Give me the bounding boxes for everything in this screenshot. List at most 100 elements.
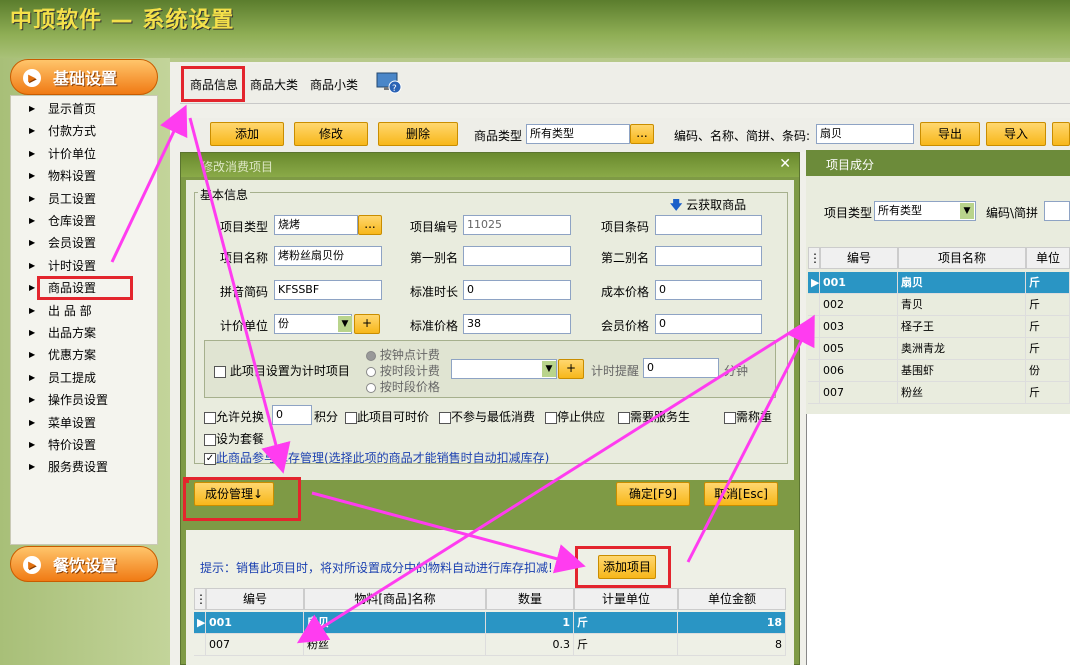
grid-cell[interactable]: 8 xyxy=(678,634,786,656)
import-button[interactable]: 导入 xyxy=(986,122,1046,146)
code-field[interactable]: 11025 xyxy=(463,215,571,235)
exchange-field[interactable]: 0 xyxy=(272,405,312,425)
radio-period-price[interactable]: 按时段价格 xyxy=(366,378,440,395)
sidebar-item[interactable]: ▶ 菜单设置 xyxy=(29,413,144,433)
radio-period[interactable]: 按时段计费 xyxy=(366,362,440,379)
catering-settings-button[interactable]: ▶ 餐饮设置 xyxy=(10,546,158,582)
sidebar-item[interactable]: ▶ 出 品 部 xyxy=(29,301,144,321)
sidebar-item[interactable]: ▶ 计时设置 xyxy=(29,256,144,276)
sidebar-item[interactable]: ▶ 出品方案 xyxy=(29,323,144,343)
grid-cell[interactable]: 扇贝 xyxy=(304,612,486,634)
period-add-button[interactable]: + xyxy=(558,359,584,379)
grid-cell[interactable]: 柽子王 xyxy=(898,316,1026,338)
sidebar-item[interactable]: ▶ 特价设置 xyxy=(29,435,144,455)
radio-clock[interactable]: 按钟点计费 xyxy=(366,346,440,363)
delete-button[interactable]: 删除 xyxy=(378,122,458,146)
tab-subcategory[interactable]: 商品小类 xyxy=(310,76,358,93)
grid-cell[interactable]: 基围虾 xyxy=(898,360,1026,382)
chevron-down-icon[interactable]: ▼ xyxy=(960,203,974,219)
grid-cell[interactable]: 粉丝 xyxy=(898,382,1026,404)
grid-cell[interactable]: 001 xyxy=(820,272,898,294)
grid-cell[interactable]: 斤 xyxy=(1026,382,1070,404)
grid-cell[interactable]: 奥洲青龙 xyxy=(898,338,1026,360)
grid-header[interactable]: 编号 xyxy=(820,247,898,269)
sidebar-item[interactable]: ▶ 付款方式 xyxy=(29,121,144,141)
right-search-input[interactable] xyxy=(1044,201,1070,221)
sidebar-item[interactable]: ▶ 计价单位 xyxy=(29,144,144,164)
grid-cell[interactable]: 斤 xyxy=(1026,294,1070,316)
type-field[interactable]: 烧烤 xyxy=(274,215,358,235)
ok-button[interactable]: 确定[F9] xyxy=(616,482,690,506)
basic-settings-button[interactable]: ▶ 基础设置 xyxy=(10,59,158,95)
grid-cell[interactable]: 007 xyxy=(820,382,898,404)
grid-cell[interactable]: 006 xyxy=(820,360,898,382)
monitor-help-icon[interactable]: ? xyxy=(376,72,402,94)
grid-header[interactable]: 项目名称 xyxy=(898,247,1026,269)
exchange-checkbox[interactable]: 允许兑换 xyxy=(204,408,264,425)
service-checkbox[interactable]: 需要服务生 xyxy=(618,408,690,425)
stop-checkbox[interactable]: 停止供应 xyxy=(545,408,605,425)
weigh-checkbox[interactable]: 需称重 xyxy=(724,408,772,425)
grid-cell[interactable]: 001 xyxy=(206,612,304,634)
sidebar-item[interactable]: ▶ 优惠方案 xyxy=(29,345,144,365)
chevron-down-icon[interactable]: ▼ xyxy=(338,316,352,332)
nomin-checkbox[interactable]: 不参与最低消费 xyxy=(439,408,535,425)
name-field[interactable]: 烤粉丝扇贝份 xyxy=(274,246,382,266)
grid-cell[interactable]: 斤 xyxy=(1026,338,1070,360)
alias1-field[interactable] xyxy=(463,246,571,266)
tab-category[interactable]: 商品大类 xyxy=(250,76,298,93)
package-checkbox[interactable]: 设为套餐 xyxy=(204,430,264,447)
more-button[interactable] xyxy=(1052,122,1070,146)
grid-cell[interactable]: 0.3 xyxy=(486,634,574,656)
sidebar-item[interactable]: ▶ 操作员设置 xyxy=(29,390,144,410)
timeprice-checkbox[interactable]: 此项目可时价 xyxy=(345,408,429,425)
grid-header[interactable]: 物料[商品]名称 xyxy=(304,588,486,610)
cloud-fetch[interactable]: 🡇 云获取商品 xyxy=(670,196,746,217)
member-field[interactable]: 0 xyxy=(655,314,762,334)
search-input[interactable]: 扇贝 xyxy=(816,124,914,144)
unit-add-button[interactable]: + xyxy=(354,314,380,334)
grid-header[interactable]: 单位 xyxy=(1026,247,1070,269)
edit-button[interactable]: 修改 xyxy=(294,122,368,146)
stdprice-field[interactable]: 38 xyxy=(463,314,571,334)
sidebar-item[interactable]: ▶ 服务费设置 xyxy=(29,457,144,477)
inventory-checkbox[interactable]: ✓ 此商品参与库存管理(选择此项的商品才能销售时自动扣减库存) xyxy=(204,449,549,466)
grid-header[interactable]: 计量单位 xyxy=(574,588,678,610)
grid-cell[interactable]: 斤 xyxy=(1026,272,1070,294)
cost-field[interactable]: 0 xyxy=(655,280,762,300)
type-more-button[interactable]: ... xyxy=(630,124,654,144)
cancel-button[interactable]: 取消[Esc] xyxy=(704,482,778,506)
sidebar-item[interactable]: ▶ 仓库设置 xyxy=(29,211,144,231)
grid-cell[interactable]: 007 xyxy=(206,634,304,656)
barcode-field[interactable] xyxy=(655,215,762,235)
type-field-more[interactable]: ... xyxy=(358,215,382,235)
add-button[interactable]: 添加 xyxy=(210,122,284,146)
timer-checkbox[interactable]: 此项目设置为计时项目 xyxy=(214,362,350,379)
grid-cell[interactable]: 005 xyxy=(820,338,898,360)
grid-cell[interactable]: 斤 xyxy=(574,612,678,634)
grid-header[interactable]: 编号 xyxy=(206,588,304,610)
sidebar-item[interactable]: ▶ 员工设置 xyxy=(29,189,144,209)
remind-field[interactable]: 0 xyxy=(643,358,719,378)
close-icon[interactable]: ✕ xyxy=(779,156,791,172)
grid-cell[interactable]: 002 xyxy=(820,294,898,316)
grid-cell[interactable]: 斤 xyxy=(574,634,678,656)
alias2-field[interactable] xyxy=(655,246,762,266)
grid-cell[interactable]: 扇贝 xyxy=(898,272,1026,294)
stdtime-field[interactable]: 0 xyxy=(463,280,571,300)
chevron-down-icon[interactable]: ▼ xyxy=(542,361,556,377)
type-select[interactable]: 所有类型 xyxy=(526,124,630,144)
grid-cell[interactable]: 1 xyxy=(486,612,574,634)
sidebar-item[interactable]: ▶ 显示首页 xyxy=(29,99,144,119)
sidebar-item[interactable]: ▶ 会员设置 xyxy=(29,233,144,253)
grid-cell[interactable]: 18 xyxy=(678,612,786,634)
grid-header[interactable]: 数量 xyxy=(486,588,574,610)
grid-cell[interactable]: 青贝 xyxy=(898,294,1026,316)
grid-cell[interactable]: 003 xyxy=(820,316,898,338)
export-button[interactable]: 导出 xyxy=(920,122,980,146)
sidebar-item[interactable]: ▶ 物料设置 xyxy=(29,166,144,186)
pinyin-field[interactable]: KFSSBF xyxy=(274,280,382,300)
grid-header[interactable]: 单位金额 xyxy=(678,588,786,610)
grid-cell[interactable]: 份 xyxy=(1026,360,1070,382)
sidebar-item[interactable]: ▶ 员工提成 xyxy=(29,368,144,388)
